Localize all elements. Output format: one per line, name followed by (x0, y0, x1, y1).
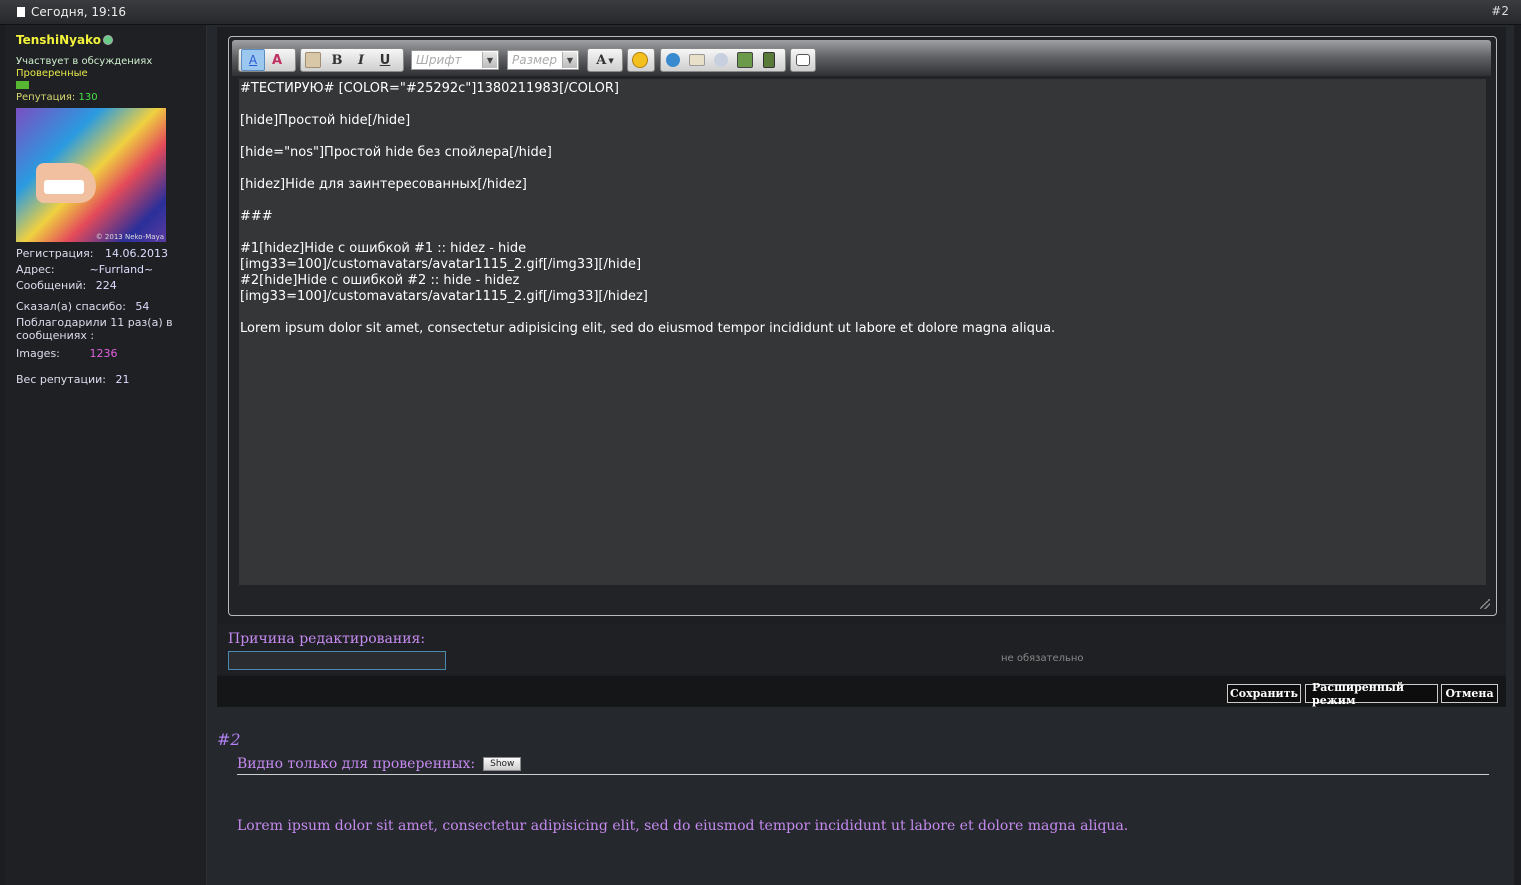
thanks-given-row: Сказал(а) спасибо: 54 (16, 300, 149, 313)
quick-edit-panel: A A B I U Шрифт ▼ Размер ▼ A ▼ #ТЕСТИРУЮ… (217, 27, 1506, 707)
divider (237, 774, 1489, 775)
edit-reason-row: Причина редактирования: не обязательно (217, 624, 1506, 674)
font-color-label: A (596, 52, 607, 68)
thanks-given-label: Сказал(а) спасибо: (16, 300, 126, 313)
show-spoiler-button[interactable]: Show (483, 757, 522, 771)
editor-line: #1[hidez]Hide с ошибкой #1 :: hidez - hi… (240, 241, 527, 256)
address-row: Адрес: ~Furrland~ (16, 263, 153, 276)
font-select[interactable]: Шрифт ▼ (411, 50, 499, 70)
preview-text: Lorem ipsum dolor sit amet, consectetur … (237, 818, 1129, 834)
registration-row: Регистрация: 14.06.2013 (16, 247, 168, 260)
media-icon[interactable] (733, 49, 757, 71)
editor-line: #2[hide]Hide с ошибкой #2 :: hide - hide… (240, 273, 520, 288)
reputation-label: Репутация: (16, 92, 76, 103)
post-date: Сегодня, 19:16 (17, 5, 126, 19)
font-select-label: Шрифт (416, 53, 462, 67)
cancel-button[interactable]: Отмена (1441, 684, 1498, 703)
reputation: Репутация: 130 (16, 92, 98, 103)
toolbar-group-color: A ▼ (587, 48, 623, 72)
editor-line: [img33=100]/customavatars/avatar1115_2.g… (240, 289, 648, 304)
messages-value[interactable]: 224 (96, 279, 117, 292)
quote-icon[interactable] (791, 49, 815, 71)
images-label: Images: (16, 347, 60, 360)
toolbar-group-quote (790, 48, 816, 72)
hidden-content-label: Видно только для проверенных: (237, 756, 476, 772)
underline-button[interactable]: U (373, 49, 397, 71)
font-color-button[interactable]: A ▼ (588, 49, 622, 71)
resize-handle-icon[interactable] (1480, 599, 1490, 609)
editor-line: ### (240, 209, 273, 224)
messages-row: Сообщений: 224 (16, 279, 117, 292)
paste-icon[interactable] (301, 49, 325, 71)
document-icon (17, 7, 25, 17)
username[interactable]: TenshiNyako (16, 33, 113, 47)
chevron-down-icon: ▼ (608, 55, 614, 65)
toolbar-group-insert (660, 48, 786, 72)
rep-weight-row: Вес репутации: 21 (16, 373, 129, 386)
editor-line: #ТЕСТИРУЮ# [COLOR="#25292c"]1380211983[/… (240, 81, 619, 96)
editor-line: [hide="nos"]Простой hide без спойлера[/h… (240, 145, 552, 160)
edit-reason-input[interactable] (228, 651, 446, 670)
toolbar-group-font: Шрифт ▼ (408, 48, 502, 72)
toolbar-group-basic: B I U (300, 48, 404, 72)
images-row: Images: 1236 (16, 347, 118, 360)
bold-button[interactable]: B (325, 49, 349, 71)
rep-weight-label: Вес репутации: (16, 373, 106, 386)
post-date-text: Сегодня, 19:16 (31, 5, 126, 19)
italic-button[interactable]: I (349, 49, 373, 71)
size-select-label: Размер (512, 53, 558, 67)
edit-reason-hint: не обязательно (1001, 653, 1084, 664)
smiley-icon[interactable] (628, 49, 652, 71)
group-badge-icon (16, 81, 29, 89)
editor-line: Lorem ipsum dolor sit amet, consectetur … (240, 321, 1056, 336)
remove-format-icon[interactable]: A (241, 49, 265, 71)
editor-frame: A A B I U Шрифт ▼ Размер ▼ A ▼ #ТЕСТИРУЮ… (228, 36, 1497, 616)
avatar-art-detail (44, 180, 84, 194)
advanced-mode-button[interactable]: Расширенный режим (1305, 681, 1438, 707)
preview-post-number: #2 (217, 730, 241, 749)
size-select[interactable]: Размер ▼ (507, 50, 579, 70)
video-icon[interactable] (757, 49, 781, 71)
rep-weight-value: 21 (115, 373, 130, 386)
reputation-value: 130 (78, 92, 98, 103)
editor-line: [hide]Простой hide[/hide] (240, 113, 411, 128)
edit-reason-label: Причина редактирования: (228, 631, 426, 647)
thanked-label[interactable]: Поблагодарили 11 раз(а) в сообщениях : (16, 316, 173, 342)
toolbar-group-smiley (627, 48, 655, 72)
post-main-area: A A B I U Шрифт ▼ Размер ▼ A ▼ #ТЕСТИРУЮ… (207, 25, 1514, 885)
user-title: Участвует в обсуждениях (16, 56, 153, 67)
toolbar-group-format: A A (238, 48, 296, 72)
images-value: 1236 (89, 347, 118, 360)
editor-button-bar: Сохранить Расширенный режим Отмена (217, 676, 1506, 707)
messages-label: Сообщений: (16, 279, 87, 292)
registration-value: 14.06.2013 (104, 247, 168, 260)
editor-line: [hidez]Hide для заинтересованных[/hidez] (240, 177, 527, 192)
user-group: Проверенные (16, 68, 88, 79)
editor-toolbar: A A B I U Шрифт ▼ Размер ▼ A ▼ (232, 40, 1491, 76)
avatar[interactable]: © 2013 Neko-Maya (16, 108, 166, 242)
image-icon[interactable] (709, 49, 733, 71)
post-header-bar: Сегодня, 19:16 #2 (0, 0, 1521, 25)
message-textarea[interactable]: #ТЕСТИРУЮ# [COLOR="#25292c"]1380211983[/… (239, 79, 1486, 585)
link-icon[interactable] (661, 49, 685, 71)
thanked-row: Поблагодарили 11 раз(а) в сообщениях : (16, 316, 176, 342)
save-button[interactable]: Сохранить (1227, 684, 1301, 703)
online-status-icon (102, 35, 113, 45)
address-value: ~Furrland~ (89, 263, 154, 276)
chevron-down-icon: ▼ (482, 52, 497, 68)
user-info-panel: TenshiNyako Участвует в обсуждениях Пров… (5, 25, 207, 885)
registration-label: Регистрация: (16, 247, 94, 260)
username-text[interactable]: TenshiNyako (16, 33, 101, 47)
chevron-down-icon: ▼ (562, 52, 577, 68)
editor-line: [img33=100]/customavatars/avatar1115_2.g… (240, 257, 642, 272)
hidden-content-block: Видно только для проверенных: Show (237, 756, 522, 772)
avatar-credit: © 2013 Neko-Maya (95, 233, 164, 241)
address-label: Адрес: (16, 263, 55, 276)
post-number-link[interactable]: #2 (1491, 4, 1509, 18)
email-icon[interactable] (685, 49, 709, 71)
thanks-given-value: 54 (135, 300, 150, 313)
switch-mode-icon[interactable]: A (265, 49, 289, 71)
toolbar-group-size: Размер ▼ (504, 48, 582, 72)
